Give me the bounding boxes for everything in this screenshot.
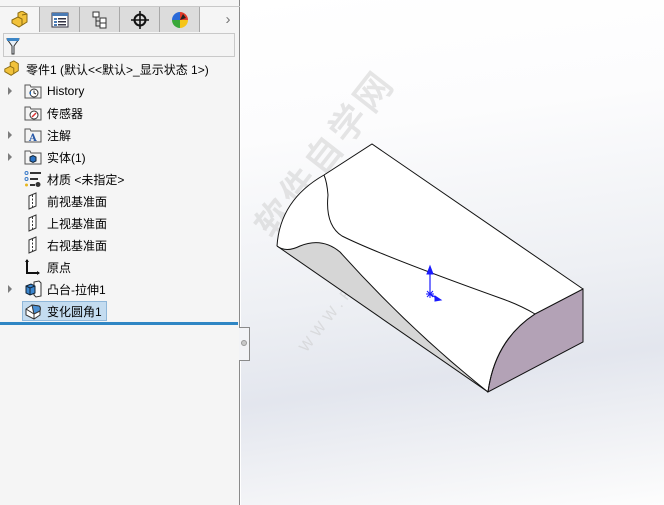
- tab-feature-manager[interactable]: [0, 7, 40, 32]
- tree-item-label: 传感器: [47, 106, 84, 121]
- panel-resize-handle[interactable]: [239, 327, 250, 361]
- tab-empty: [200, 7, 218, 32]
- extrude-icon: [25, 280, 42, 298]
- tree-item-boss-extrude1[interactable]: 凸台-拉伸1: [0, 279, 238, 299]
- manager-tabs: ›: [0, 6, 240, 32]
- feature-manager-panel: › 零件1 (默认<<默认>_显示状态 1>) History 传感器 A 注解…: [0, 0, 240, 505]
- tree-item-top-plane[interactable]: 上视基准面: [0, 213, 238, 233]
- plane-icon: [28, 214, 37, 232]
- tabs-scroll-right-button[interactable]: ›: [218, 7, 238, 32]
- solid-bodies-folder-icon: [24, 150, 42, 165]
- material-icon: [24, 171, 41, 187]
- tree-item-label: 注解: [47, 128, 72, 143]
- tab-dimxpert-manager[interactable]: [120, 7, 160, 32]
- expand-arrow-icon[interactable]: [8, 87, 12, 95]
- tree-root-label: 零件1 (默认<<默认>_显示状态 1>): [26, 62, 209, 77]
- history-folder-icon: [24, 84, 42, 99]
- tree-root-part[interactable]: 零件1 (默认<<默认>_显示状态 1>): [3, 59, 209, 79]
- svg-text:A: A: [28, 133, 37, 144]
- annotations-folder-icon: A: [24, 128, 42, 144]
- tree-item-history[interactable]: History: [0, 81, 238, 101]
- graphics-viewport[interactable]: 软件自学网 WWW.RJZXW.COM: [241, 0, 664, 505]
- color-wheel-icon: [171, 11, 188, 28]
- tab-configuration-manager[interactable]: [80, 7, 120, 32]
- expand-arrow-icon[interactable]: [8, 285, 12, 293]
- tree-item-label: 上视基准面: [47, 216, 108, 231]
- tree-item-origin[interactable]: 原点: [0, 257, 238, 277]
- part-icon: [4, 60, 19, 76]
- configuration-tree-icon: [92, 11, 106, 28]
- crosshair-icon: [130, 10, 149, 29]
- plane-icon: [28, 236, 37, 254]
- tab-display-manager[interactable]: [160, 7, 200, 32]
- tree-item-right-plane[interactable]: 右视基准面: [0, 235, 238, 255]
- expand-arrow-icon[interactable]: [8, 131, 12, 139]
- tree-item-label: 变化圆角1: [47, 304, 102, 319]
- model-view: [276, 143, 584, 393]
- sensors-folder-icon: [24, 106, 42, 121]
- property-list-icon: [51, 12, 68, 27]
- tree-item-annotations[interactable]: A 注解: [0, 125, 238, 145]
- variable-fillet-icon: [25, 304, 41, 320]
- tree-item-label: History: [47, 84, 85, 98]
- filter-icon: [6, 38, 20, 55]
- tree-item-variable-fillet1[interactable]: 变化圆角1: [22, 301, 107, 321]
- tree-item-label: 前视基准面: [47, 194, 108, 209]
- tree-item-label: 材质 <未指定>: [47, 172, 125, 187]
- tree-item-label: 原点: [47, 260, 72, 275]
- tree-item-material[interactable]: 材质 <未指定>: [0, 169, 238, 189]
- origin-icon: [25, 259, 40, 275]
- part-icon: [11, 10, 27, 28]
- tree-filter-input[interactable]: [3, 33, 235, 57]
- tree-item-front-plane[interactable]: 前视基准面: [0, 191, 238, 211]
- tree-item-label: 右视基准面: [47, 238, 108, 253]
- expand-arrow-icon[interactable]: [8, 153, 12, 161]
- tree-item-label: 凸台-拉伸1: [47, 282, 106, 297]
- plane-icon: [28, 192, 37, 210]
- tab-property-manager[interactable]: [40, 7, 80, 32]
- tree-item-label: 实体(1): [47, 150, 86, 165]
- panel-split-line: [0, 322, 238, 325]
- grip-dot-icon: [241, 340, 247, 346]
- tree-item-sensors[interactable]: 传感器: [0, 103, 238, 123]
- tree-item-solid-bodies[interactable]: 实体(1): [0, 147, 238, 167]
